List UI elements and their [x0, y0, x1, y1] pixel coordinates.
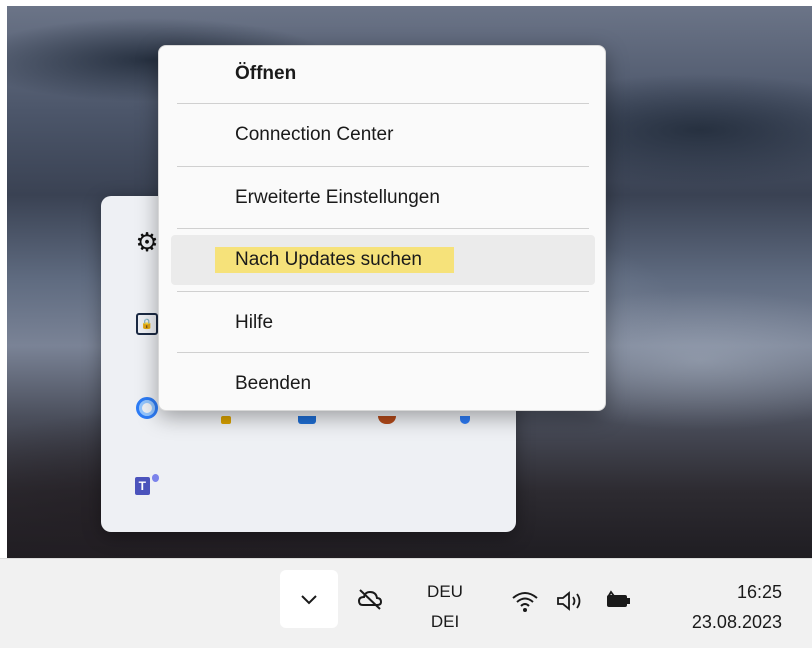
menu-item-label: Öffnen	[235, 63, 297, 84]
language-indicator[interactable]: DEU DEI	[420, 577, 470, 637]
blue-circle-icon[interactable]	[458, 416, 472, 424]
keyboard-layout-code: DEI	[430, 612, 460, 631]
menu-item-label: Hilfe	[235, 312, 274, 333]
clock[interactable]: 16:25 23.08.2023	[692, 577, 782, 637]
vpn-lock-icon[interactable]: 🔒	[135, 312, 159, 336]
battery-icon[interactable]	[605, 589, 633, 611]
clock-date: 23.08.2023	[691, 612, 782, 632]
menu-separator	[177, 166, 589, 167]
screen-edge-left	[0, 0, 7, 648]
clock-time: 16:25	[736, 582, 782, 602]
menu-item-label: Erweiterte Einstellungen	[235, 187, 440, 208]
volume-icon[interactable]	[555, 589, 587, 613]
wifi-icon[interactable]	[511, 589, 539, 613]
menu-separator	[177, 228, 589, 229]
menu-item-help[interactable]: Hilfe	[159, 298, 605, 348]
chevron-down-icon	[301, 595, 317, 605]
blue-app-icon[interactable]	[296, 416, 318, 424]
teams-icon[interactable]: T	[135, 474, 159, 498]
show-hidden-icons-button[interactable]	[280, 570, 338, 628]
yellow-app-icon[interactable]	[219, 416, 233, 424]
menu-item-label: Nach Updates suchen	[215, 247, 454, 273]
menu-item-check-updates[interactable]: Nach Updates suchen	[171, 235, 595, 285]
menu-item-advanced-settings[interactable]: Erweiterte Einstellungen	[159, 173, 605, 223]
menu-separator	[177, 291, 589, 292]
context-menu: Öffnen Connection Center Erweiterte Eins…	[158, 45, 606, 411]
cloud-off-icon[interactable]	[356, 585, 384, 613]
orange-app-icon[interactable]	[376, 416, 398, 424]
blue-swirl-icon[interactable]	[135, 396, 159, 420]
menu-item-open[interactable]: Öffnen	[159, 49, 605, 99]
screen-edge-top	[0, 0, 812, 6]
language-code: DEU	[427, 582, 463, 601]
menu-item-label: Connection Center	[235, 124, 394, 145]
menu-item-connection-center[interactable]: Connection Center	[159, 110, 605, 160]
gear-icon[interactable]: ⚙	[135, 227, 159, 257]
taskbar: DEU DEI 16:25 23.08.2023	[0, 558, 812, 648]
menu-item-label: Beenden	[235, 373, 312, 394]
menu-separator	[177, 352, 589, 353]
menu-item-exit[interactable]: Beenden	[159, 359, 605, 409]
menu-separator	[177, 103, 589, 104]
